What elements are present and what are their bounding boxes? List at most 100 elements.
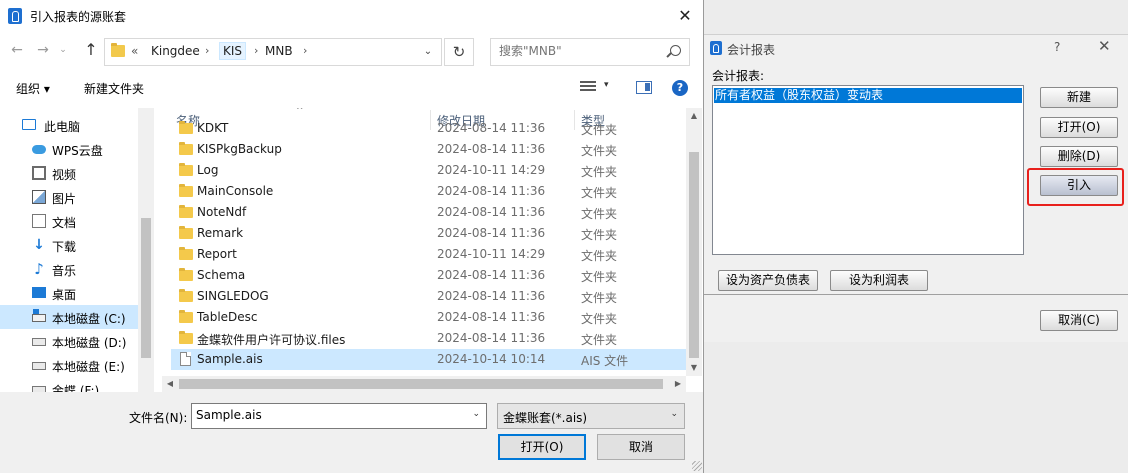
file-list-pane: ^ 名称 修改日期 类型 KDKT 2024-08-14 11:36 文件夹 KISP… — [162, 108, 702, 392]
dialog-footer: 文件名(N): ⌄ 金蝶账套(*.ais) ⌄ 打开(O) 取消 — [0, 392, 703, 473]
nav-item-music[interactable]: ♪ 音乐 — [0, 257, 138, 281]
import-report-button[interactable]: 引入 — [1040, 175, 1118, 196]
file-row[interactable]: MainConsole 2024-08-14 11:36 文件夹 — [171, 181, 686, 202]
scroll-left-icon[interactable]: ◀ — [162, 376, 178, 392]
file-row[interactable]: TableDesc 2024-08-14 11:36 文件夹 — [171, 307, 686, 328]
filetype-select[interactable]: 金蝶账套(*.ais) ⌄ — [497, 403, 685, 429]
file-row[interactable]: SINGLEDOG 2024-08-14 11:36 文件夹 — [171, 286, 686, 307]
folder-icon — [179, 331, 193, 344]
resize-grip[interactable] — [692, 461, 702, 471]
chevron-down-icon[interactable]: ⌄ — [472, 409, 480, 419]
recent-locations-chevron-icon[interactable]: ⌄ — [56, 39, 70, 61]
chevron-right-icon[interactable]: › — [254, 44, 258, 57]
file-type: 文件夹 — [581, 270, 618, 284]
nav-item-downloads[interactable]: ↓ 下载 — [0, 233, 138, 257]
up-arrow-icon[interactable]: ↑ — [80, 39, 102, 61]
nav-item-wps-cloud[interactable]: WPS云盘 — [0, 137, 138, 161]
scroll-up-icon[interactable]: ▲ — [686, 108, 702, 124]
refresh-icon[interactable]: ↻ — [444, 38, 474, 66]
close-icon[interactable]: ✕ — [666, 0, 703, 32]
file-date: 2024-08-14 11:36 — [437, 310, 546, 324]
nav-scroll-thumb[interactable] — [141, 218, 151, 358]
scroll-down-icon[interactable]: ▼ — [686, 360, 702, 376]
search-input[interactable] — [499, 44, 659, 58]
vertical-scroll-thumb[interactable] — [689, 152, 699, 358]
nav-item-videos[interactable]: 视频 — [0, 161, 138, 185]
file-name: TableDesc — [197, 310, 258, 324]
horizontal-scroll-thumb[interactable] — [179, 379, 663, 389]
computer-icon — [22, 119, 36, 130]
new-report-button[interactable]: 新建 — [1040, 87, 1118, 108]
scroll-right-icon[interactable]: ▶ — [670, 376, 686, 392]
search-icon[interactable] — [670, 45, 681, 56]
file-date: 2024-08-14 11:36 — [437, 184, 546, 198]
back-arrow-icon[interactable]: ← — [6, 39, 28, 61]
folder-icon — [179, 289, 193, 302]
open-report-button[interactable]: 打开(O) — [1040, 117, 1118, 138]
file-row[interactable]: Sample.ais 2024-10-14 10:14 AIS 文件 — [171, 349, 686, 370]
file-name: Report — [197, 247, 237, 261]
file-row[interactable]: Remark 2024-08-14 11:36 文件夹 — [171, 223, 686, 244]
document-icon — [32, 214, 46, 228]
file-row[interactable]: Report 2024-10-11 14:29 文件夹 — [171, 244, 686, 265]
set-balance-sheet-button[interactable]: 设为资产负债表 — [718, 270, 818, 291]
chevron-down-icon[interactable]: ⌄ — [670, 409, 678, 419]
set-income-statement-button[interactable]: 设为利润表 — [830, 270, 928, 291]
nav-item-drive-d[interactable]: 本地磁盘 (D:) — [0, 329, 138, 353]
nav-item-label: 音乐 — [52, 264, 77, 278]
forward-arrow-icon[interactable]: → — [32, 39, 54, 61]
file-type: 文件夹 — [581, 207, 618, 221]
preview-pane-icon[interactable] — [636, 81, 652, 94]
nav-item-drive-f[interactable]: 金蝶 (F:) — [0, 377, 138, 392]
filename-input[interactable] — [196, 408, 456, 422]
file-type: 文件夹 — [581, 165, 618, 179]
chevron-down-icon[interactable]: ⌄ — [415, 39, 441, 65]
report-listbox[interactable]: 所有者权益（股东权益）变动表 — [712, 85, 1024, 255]
nav-item-this-pc[interactable]: 此电脑 — [0, 113, 138, 137]
file-row[interactable]: 金蝶软件用户许可协议.files 2024-08-14 11:36 文件夹 — [171, 328, 686, 349]
drive-icon — [32, 338, 46, 346]
new-folder-button[interactable]: 新建文件夹 — [84, 80, 144, 97]
organize-button[interactable]: 组织 ▾ — [8, 80, 58, 97]
open-button[interactable]: 打开(O) — [498, 434, 586, 460]
drive-icon — [32, 309, 46, 322]
file-row[interactable]: KDKT 2024-08-14 11:36 文件夹 — [171, 120, 686, 139]
help-icon[interactable]: ? — [672, 80, 688, 96]
file-row[interactable]: NoteNdf 2024-08-14 11:36 文件夹 — [171, 202, 686, 223]
breadcrumb-overflow[interactable]: « — [131, 44, 138, 58]
cancel-button[interactable]: 取消 — [597, 434, 685, 460]
file-type: 文件夹 — [581, 312, 618, 326]
chevron-right-icon[interactable]: › — [303, 44, 307, 57]
report-list-item[interactable]: 所有者权益（股东权益）变动表 — [714, 88, 1022, 103]
chevron-right-icon[interactable]: › — [205, 44, 209, 57]
breadcrumb-kis[interactable]: KIS — [219, 42, 247, 60]
command-toolbar: 组织 ▾ 新建文件夹 ▾ ? — [0, 70, 703, 106]
file-date: 2024-08-14 11:36 — [437, 121, 546, 135]
nav-item-drive-c[interactable]: 本地磁盘 (C:) — [0, 305, 138, 329]
nav-item-pictures[interactable]: 图片 — [0, 185, 138, 209]
nav-item-desktop[interactable]: 桌面 — [0, 281, 138, 305]
breadcrumb-mnb[interactable]: MNB — [265, 44, 293, 58]
navigation-pane: 此电脑 WPS云盘 视频 图片 文档 ↓ 下载 ♪ 音乐 桌面 本地磁盘 (C:… — [0, 108, 154, 392]
file-name: Sample.ais — [197, 352, 263, 366]
chevron-down-icon[interactable]: ▾ — [604, 80, 609, 90]
filename-combobox[interactable]: ⌄ — [191, 403, 487, 429]
file-row[interactable]: Schema 2024-08-14 11:36 文件夹 — [171, 265, 686, 286]
close-icon[interactable]: ✕ — [1098, 37, 1111, 55]
view-options-icon[interactable] — [580, 81, 596, 93]
file-row[interactable]: KISPkgBackup 2024-08-14 11:36 文件夹 — [171, 139, 686, 160]
delete-report-button[interactable]: 删除(D) — [1040, 146, 1118, 167]
nav-item-documents[interactable]: 文档 — [0, 209, 138, 233]
address-bar[interactable]: « Kingdee › KIS › MNB › ⌄ — [104, 38, 442, 66]
file-date: 2024-08-14 11:36 — [437, 331, 546, 345]
file-type: 文件夹 — [581, 249, 618, 263]
file-row[interactable]: Log 2024-10-11 14:29 文件夹 — [171, 160, 686, 181]
cancel-button[interactable]: 取消(C) — [1040, 310, 1118, 331]
file-type: 文件夹 — [581, 228, 618, 242]
nav-item-drive-e[interactable]: 本地磁盘 (E:) — [0, 353, 138, 377]
help-icon[interactable]: ? — [1054, 40, 1060, 54]
breadcrumb-kingdee[interactable]: Kingdee — [151, 44, 200, 58]
search-box[interactable] — [490, 38, 690, 66]
nav-item-label: 金蝶 (F:) — [52, 384, 100, 392]
nav-item-label: 本地磁盘 (E:) — [52, 360, 125, 374]
